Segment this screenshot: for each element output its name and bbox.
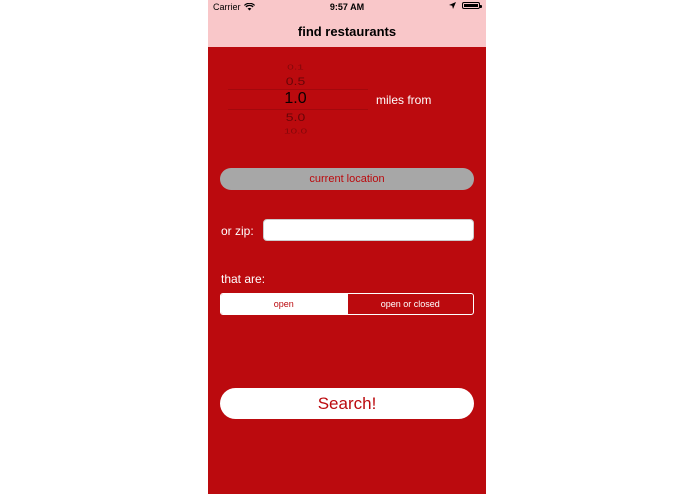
- app-screen: Carrier 9:57 AM find restaurants 0.1 0.5…: [208, 0, 486, 494]
- miles-from-label: miles from: [376, 93, 432, 107]
- search-button[interactable]: Search!: [220, 388, 474, 419]
- open-filter-segmented-control[interactable]: open open or closed: [220, 293, 474, 315]
- battery-icon: [462, 2, 482, 9]
- picker-option[interactable]: 0.1: [228, 63, 363, 71]
- picker-option[interactable]: 10.0: [228, 127, 363, 135]
- nav-title: find restaurants: [297, 24, 397, 39]
- picker-option[interactable]: 0.5: [228, 75, 363, 87]
- zip-label: or zip:: [221, 224, 254, 238]
- battery-level: [464, 4, 478, 7]
- picker-option-selected[interactable]: 1.0: [228, 90, 363, 108]
- zip-input[interactable]: [263, 219, 474, 241]
- picker-option[interactable]: 5.0: [228, 111, 363, 123]
- segment-open[interactable]: open: [221, 294, 347, 314]
- status-right-group: [449, 2, 482, 9]
- distance-picker[interactable]: 0.1 0.5 1.0 5.0 10.0: [228, 58, 368, 142]
- navigation-bar: find restaurants: [208, 16, 486, 47]
- filter-label: that are:: [221, 272, 266, 286]
- status-bar: Carrier 9:57 AM: [208, 0, 486, 16]
- current-location-button[interactable]: current location: [220, 168, 474, 190]
- location-arrow-icon: [449, 2, 456, 9]
- status-time: 9:57 AM: [329, 2, 365, 12]
- segment-open-or-closed[interactable]: open or closed: [346, 294, 474, 314]
